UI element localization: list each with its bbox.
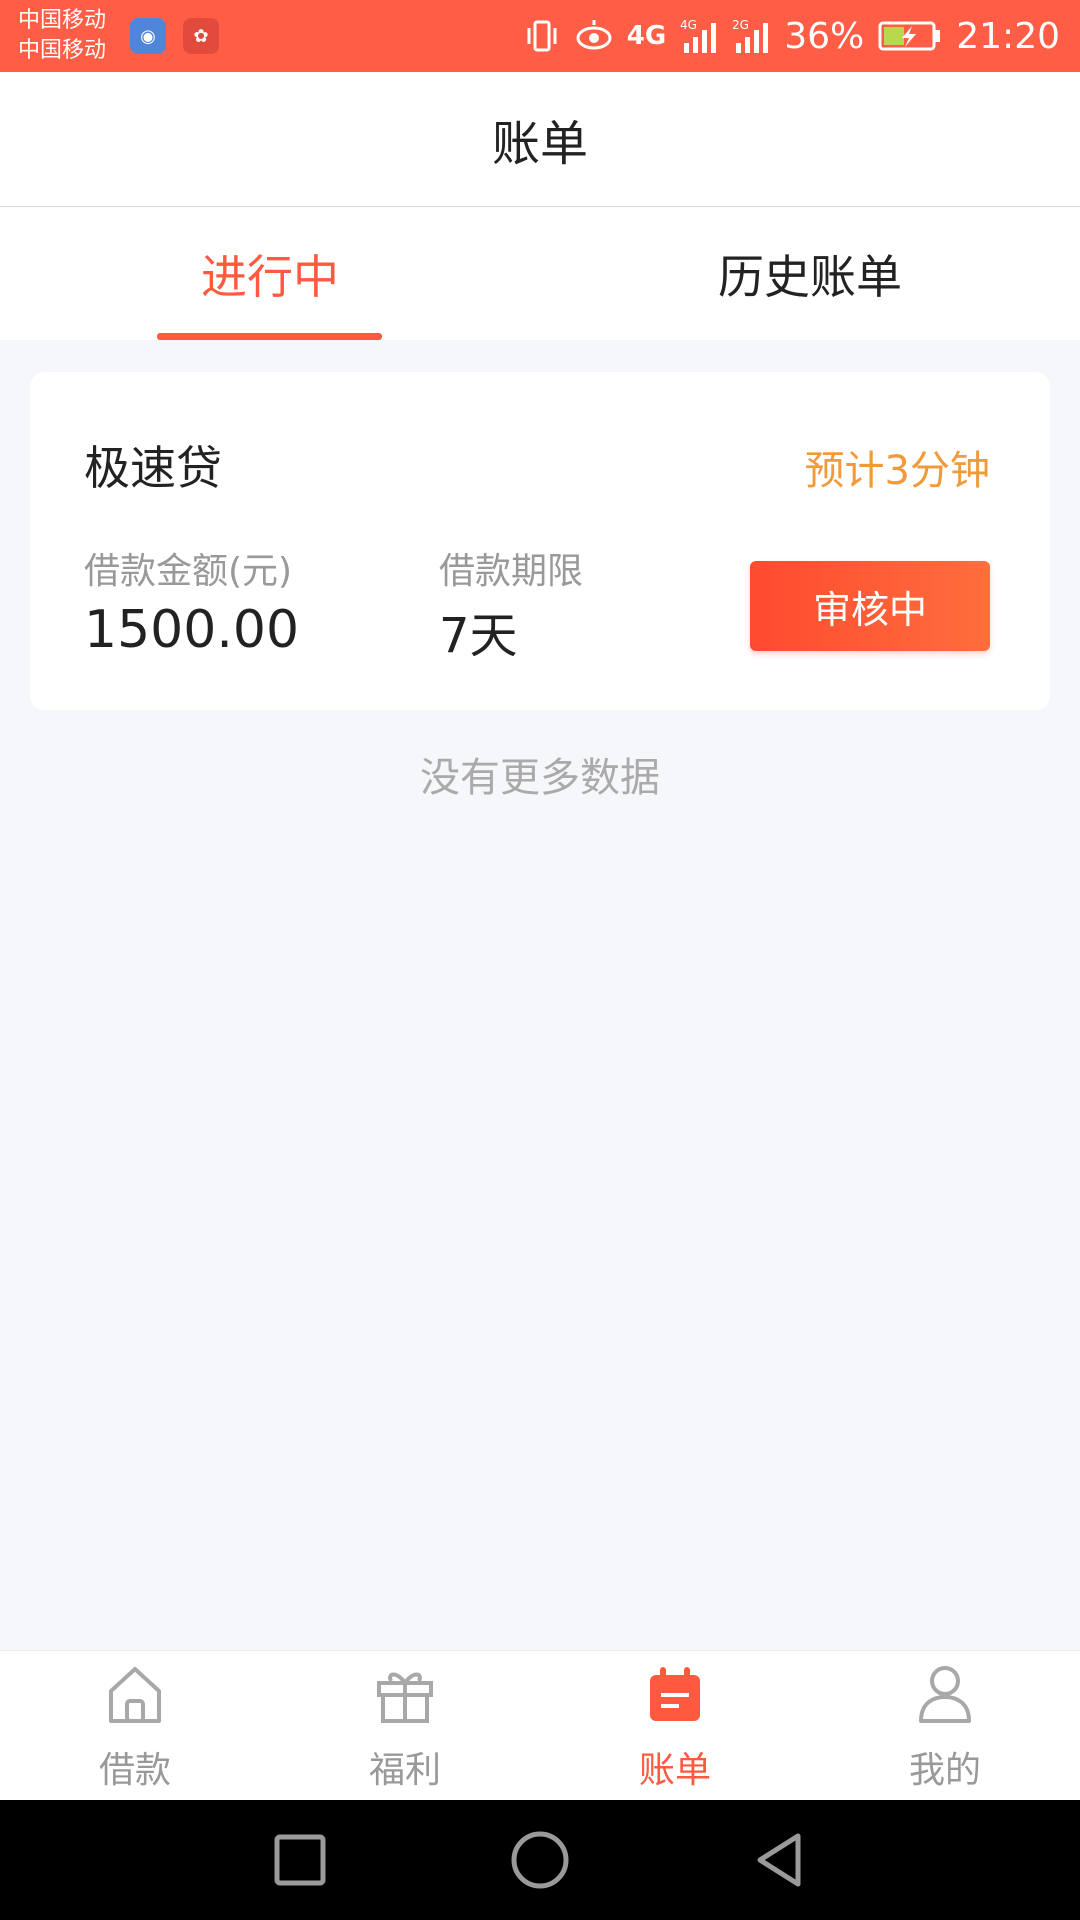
- loan-product-name: 极速贷: [84, 441, 222, 495]
- loan-term-value: 7天: [439, 608, 518, 664]
- network-type-label: 4G: [626, 21, 667, 51]
- bill-tabs: 进行中 历史账单: [0, 207, 1080, 340]
- system-nav-bar: [0, 1800, 1080, 1920]
- review-status-button[interactable]: 审核中: [750, 561, 990, 651]
- signal-icon: 4G: [680, 18, 717, 53]
- vibrate-icon: [527, 20, 557, 52]
- carrier-names: 中国移动 中国移动: [18, 6, 106, 66]
- nav-item-bills[interactable]: 账单: [540, 1651, 810, 1801]
- loan-term-label: 借款期限: [439, 551, 584, 592]
- nav-item-mine[interactable]: 我的: [810, 1651, 1080, 1801]
- nav-item-benefits[interactable]: 福利: [270, 1651, 540, 1801]
- nav-label: 我的: [908, 1750, 981, 1791]
- battery-percentage: 36%: [784, 15, 865, 57]
- huawei-app-icon: ✿: [183, 18, 219, 54]
- battery-charging-icon: [878, 21, 941, 51]
- nav-item-loan[interactable]: 借款: [0, 1651, 270, 1801]
- loan-card[interactable]: 极速贷 预计3分钟 借款金额(元) 1500.00 借款期限 7天 审核中: [30, 372, 1050, 710]
- user-icon: [919, 1666, 971, 1723]
- home-icon: [109, 1667, 161, 1723]
- loan-amount-value: 1500.00: [84, 600, 300, 660]
- loan-amount-label: 借款金额(元): [84, 551, 293, 592]
- status-bar: 中国移动 中国移动 ◉ ✿ 4G 4G 2G 36% 21:20: [0, 0, 1080, 72]
- carrier-name-2: 中国移动: [18, 38, 107, 63]
- clock-time: 21:20: [956, 15, 1060, 57]
- nav-label: 福利: [368, 1750, 441, 1791]
- no-more-data-text: 没有更多数据: [420, 755, 660, 801]
- wifi-hotspot-icon: ◉: [130, 18, 166, 54]
- carrier-name-1: 中国移动: [18, 8, 107, 33]
- status-icons: 4G 4G 2G 36% 21:20: [523, 0, 1060, 72]
- estimate-time: 预计3分钟: [804, 448, 990, 494]
- bill-icon: [650, 1667, 700, 1721]
- gift-icon: [377, 1672, 433, 1723]
- signal-icon: 2G: [732, 18, 769, 53]
- title-bar: 账单: [0, 72, 1080, 207]
- eye-comfort-icon: [576, 20, 612, 50]
- back-triangle-icon[interactable]: [748, 1828, 812, 1892]
- network-type-label: 4G: [680, 18, 697, 32]
- home-circle-icon[interactable]: [508, 1828, 572, 1892]
- network-type-label: 2G: [732, 18, 749, 32]
- tab-in-progress[interactable]: 进行中: [0, 207, 540, 340]
- page-title: 账单: [491, 116, 588, 172]
- nav-label: 账单: [638, 1750, 711, 1791]
- recent-apps-icon[interactable]: [268, 1828, 332, 1892]
- tab-indicator: [157, 333, 382, 340]
- tab-history-bills[interactable]: 历史账单: [540, 207, 1080, 340]
- bottom-nav: 借款 福利 账单 我的: [0, 1650, 1080, 1801]
- nav-label: 借款: [98, 1750, 171, 1791]
